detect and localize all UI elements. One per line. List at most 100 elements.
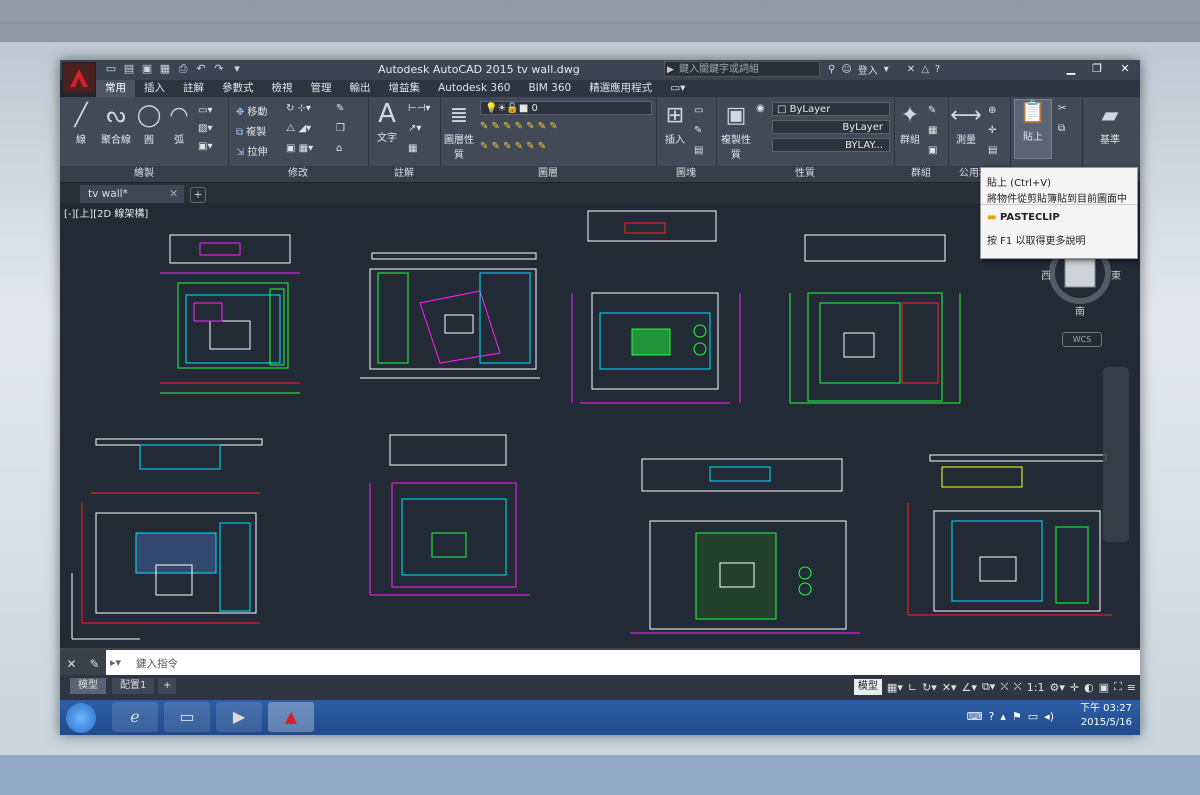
file-tab-tv-wall[interactable]: tv wall* ✕ [80, 185, 184, 203]
group-select-icon[interactable]: ▣ [928, 145, 937, 156]
insert-block-tool[interactable]: ⊞ 插入 [660, 103, 690, 146]
move-tool[interactable]: ✥ 移動 [236, 103, 267, 118]
new-file-icon[interactable]: ▭ [104, 62, 118, 76]
network-icon[interactable]: ▭ [1028, 710, 1038, 723]
redo-icon[interactable]: ↷ [212, 62, 226, 76]
navigation-bar[interactable] [1103, 367, 1129, 542]
mirror-icon[interactable]: ⧍ ◢▾ [286, 123, 311, 134]
tab-featured-apps[interactable]: 精選應用程式 [580, 80, 661, 97]
paste-button[interactable]: 📋 貼上 [1014, 99, 1052, 159]
viewcube-east[interactable]: 東 [1111, 267, 1121, 282]
autocad-taskbar-icon[interactable]: ▲ [268, 702, 314, 732]
group-tool[interactable]: ✦ 群組 [896, 103, 924, 146]
stretch-tool[interactable]: ⇲ 拉伸 [236, 143, 267, 158]
tab-addins[interactable]: 增益集 [380, 80, 430, 97]
drawing-area[interactable]: [-][上][2D 線架構] 西 東 南 WCS [60, 203, 1140, 648]
point-icon[interactable]: ✛ [988, 125, 996, 136]
save-icon[interactable]: ▣ [140, 62, 154, 76]
offset-icon[interactable]: ⌂ [336, 143, 342, 154]
help-tray-icon[interactable]: ? [989, 710, 995, 723]
tab-autodesk-360[interactable]: Autodesk 360 [429, 80, 519, 97]
osnap-icon[interactable]: ✕▾ [942, 681, 957, 694]
layer-tools-row2[interactable]: ✎ ✎ ✎ ✎ ✎ ✎ [480, 141, 546, 152]
menu-icon[interactable]: ≡ [1127, 681, 1136, 694]
line-tool[interactable]: ╱ 線 [66, 103, 96, 146]
scale-icon[interactable]: ▣ ▦▾ [286, 143, 313, 154]
annotation-panel-label[interactable]: 註解 [368, 166, 440, 182]
search-input[interactable]: 鍵入關鍵字或詞組 [664, 61, 820, 78]
exchange-icon[interactable]: ✕ [907, 64, 915, 75]
undo-icon[interactable]: ↶ [194, 62, 208, 76]
tab-layout1[interactable]: 配置1 [112, 678, 155, 694]
properties-panel-label[interactable]: 性質 [716, 166, 894, 182]
modify-panel-label[interactable]: 修改 [228, 166, 368, 182]
new-tab-button[interactable]: + [190, 187, 206, 203]
command-prompt-icon[interactable]: ▸▾ [110, 656, 121, 669]
tab-model[interactable]: 模型 [70, 678, 106, 694]
calculator-icon[interactable]: ▤ [988, 145, 997, 156]
dimension-icon[interactable]: ⊢⊣▾ [408, 103, 430, 114]
copy-tool[interactable]: ⧉ 複製 [236, 123, 266, 138]
leader-icon[interactable]: ↗▾ [408, 123, 421, 134]
selection-cycling-icon[interactable]: ⧉▾ [982, 680, 995, 694]
tab-output[interactable]: 輸出 [341, 80, 380, 97]
flag-icon[interactable]: ⚑ [1012, 710, 1022, 723]
isolate-icon[interactable]: ◐ [1084, 681, 1094, 694]
polyline-tool[interactable]: ᔓ 聚合線 [98, 103, 134, 146]
linetype-dropdown[interactable]: ByLayer [772, 120, 890, 134]
table-icon[interactable]: ▦ [408, 143, 417, 154]
media-player-icon[interactable]: ▶ [216, 702, 262, 732]
ie-icon[interactable]: ℯ [112, 702, 158, 732]
clock[interactable]: 下午 03:27 2015/5/16 [1080, 702, 1132, 730]
viewcube-west[interactable]: 西 [1041, 267, 1051, 282]
tab-insert[interactable]: 插入 [135, 80, 174, 97]
show-hidden-icon[interactable]: ▴ [1000, 710, 1006, 723]
clean-screen-icon[interactable]: ⛶ [1114, 680, 1122, 694]
viewcube-south[interactable]: 南 [1075, 303, 1085, 318]
model-space-button[interactable]: 模型 [853, 679, 882, 695]
binoculars-icon[interactable]: ⚲ [828, 64, 835, 75]
keyboard-icon[interactable]: ⌨ [967, 710, 983, 723]
rotate-icon[interactable]: ↻ ⊹▾ [286, 103, 311, 114]
attribute-icon[interactable]: ▤ [694, 145, 703, 156]
cut-icon[interactable]: ✂ [1058, 103, 1066, 114]
create-block-icon[interactable]: ▭ [694, 105, 703, 116]
color-dropdown[interactable]: □ ByLayer [772, 102, 890, 116]
base-tool[interactable]: ▰ 基準 [1092, 103, 1128, 146]
dropdown-icon[interactable]: ▾ [884, 64, 889, 75]
lineweight-dropdown[interactable]: BYLAY... [772, 138, 890, 152]
login-link[interactable]: 登入 [858, 62, 878, 77]
save-as-icon[interactable]: ▦ [158, 62, 172, 76]
match-properties-tool[interactable]: ▣ 複製性質 [720, 103, 752, 161]
wcs-menu[interactable]: WCS [1062, 332, 1102, 347]
tab-manage[interactable]: 管理 [302, 80, 341, 97]
polar-icon[interactable]: ↻▾ [922, 681, 937, 694]
open-file-icon[interactable]: ▤ [122, 62, 136, 76]
rectangle-icon[interactable]: ▭▾ [198, 105, 212, 116]
print-icon[interactable]: ⎙ [176, 62, 190, 76]
ortho-icon[interactable]: ∟ [908, 681, 917, 694]
volume-icon[interactable]: ◂) [1044, 710, 1054, 723]
tab-bim-360[interactable]: BIM 360 [519, 80, 580, 97]
erase-icon[interactable]: ✎ [336, 103, 344, 114]
block-panel-label[interactable]: 圖塊 [656, 166, 716, 182]
help-icon[interactable]: ? [935, 64, 940, 75]
layer-properties-tool[interactable]: ≣ 圖層性質 [444, 103, 474, 161]
ribbon-options-icon[interactable]: ▭▾ [661, 80, 694, 97]
hatch-icon[interactable]: ▨▾ [198, 123, 212, 134]
copy-clip-icon[interactable]: ⧉ [1058, 123, 1065, 134]
draw-panel-label[interactable]: 繪製 [60, 166, 228, 182]
a360-icon[interactable]: △ [921, 64, 929, 75]
tab-annotate[interactable]: 註解 [174, 80, 213, 97]
layer-dropdown[interactable]: 💡☀🔓■ 0 [480, 101, 652, 115]
grid-icon[interactable]: ▦▾ [887, 681, 903, 694]
arc-tool[interactable]: ◠ 弧 [164, 103, 194, 146]
qat-menu-icon[interactable]: ▾ [230, 62, 244, 76]
hardware-icon[interactable]: ▣ [1099, 681, 1109, 694]
minimize-button[interactable]: ▁ [1058, 60, 1084, 78]
text-tool[interactable]: A 文字 [374, 101, 400, 144]
tab-home[interactable]: 常用 [96, 80, 135, 97]
layer-tools-row1[interactable]: ✎ ✎ ✎ ✎ ✎ ✎ ✎ [480, 121, 558, 132]
restore-button[interactable]: ❐ [1084, 60, 1110, 78]
explode-icon[interactable]: ❒ [336, 123, 345, 134]
